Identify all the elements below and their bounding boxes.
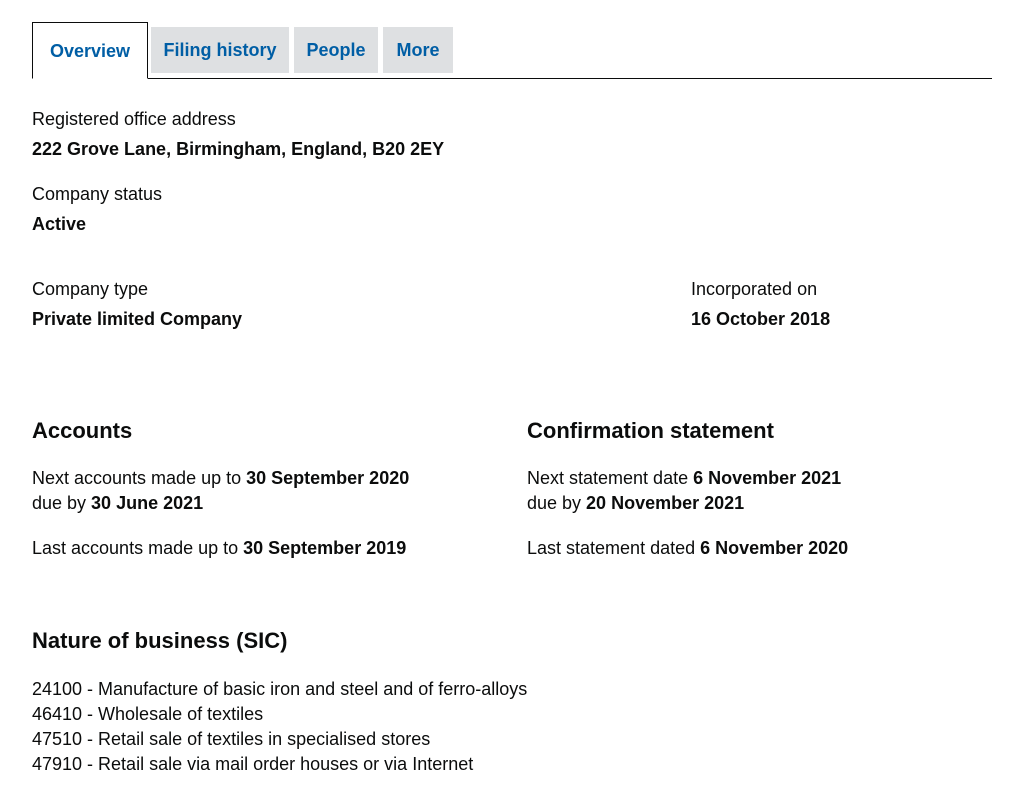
accounts-due-prefix: due by <box>32 493 92 513</box>
sic-heading: Nature of business (SIC) <box>32 628 288 653</box>
confirmation-heading: Confirmation statement <box>527 418 774 443</box>
sic-item: 46410 - Wholesale of textiles <box>32 704 264 724</box>
accounts-last-prefix: Last accounts made up to <box>32 538 244 558</box>
confirmation-last-line: Last statement dated 6 November 2020 <box>527 536 848 561</box>
sic-item: 47510 - Retail sale of textiles in speci… <box>32 729 431 749</box>
confirmation-last-date: 6 November 2020 <box>700 538 849 558</box>
confirmation-due-line: due by 20 November 2021 <box>527 491 744 516</box>
accounts-next-prefix: Next accounts made up to <box>32 468 247 488</box>
confirmation-next-line: Next statement date 6 November 2021 <box>527 466 841 491</box>
tab-filing-history[interactable]: Filing history <box>151 27 289 73</box>
company-type-value: Private limited Company <box>32 309 243 329</box>
accounts-next-line: Next accounts made up to 30 September 20… <box>32 466 409 491</box>
tab-people[interactable]: People <box>294 27 378 73</box>
sic-item: 47910 - Retail sale via mail order house… <box>32 754 474 774</box>
accounts-last-line: Last accounts made up to 30 September 20… <box>32 536 406 561</box>
registered-office-value: 222 Grove Lane, Birmingham, England, B20… <box>32 139 445 159</box>
company-status-value: Active <box>32 214 87 234</box>
company-type-label: Company type <box>32 279 149 299</box>
sic-list: 24100 - Manufacture of basic iron and st… <box>32 677 527 777</box>
confirmation-next-date: 6 November 2021 <box>693 468 842 488</box>
confirmation-last-prefix: Last statement dated <box>527 538 701 558</box>
incorporated-value: 16 October 2018 <box>691 309 831 329</box>
accounts-due-date: 30 June 2021 <box>91 493 204 513</box>
company-status-label: Company status <box>32 184 163 204</box>
incorporated-label: Incorporated on <box>691 279 818 299</box>
registered-office-label: Registered office address <box>32 109 236 129</box>
sic-item: 24100 - Manufacture of basic iron and st… <box>32 679 528 699</box>
accounts-last-date: 30 September 2019 <box>243 538 407 558</box>
tab-more[interactable]: More <box>383 27 453 73</box>
accounts-due-line: due by 30 June 2021 <box>32 491 203 516</box>
tab-overview[interactable]: Overview <box>32 22 148 79</box>
confirmation-due-prefix: due by <box>527 493 587 513</box>
company-tabs: Overview Filing history People More <box>32 22 992 79</box>
accounts-heading: Accounts <box>32 418 133 443</box>
confirmation-due-date: 20 November 2021 <box>586 493 745 513</box>
confirmation-next-prefix: Next statement date <box>527 468 694 488</box>
accounts-next-date: 30 September 2020 <box>246 468 410 488</box>
